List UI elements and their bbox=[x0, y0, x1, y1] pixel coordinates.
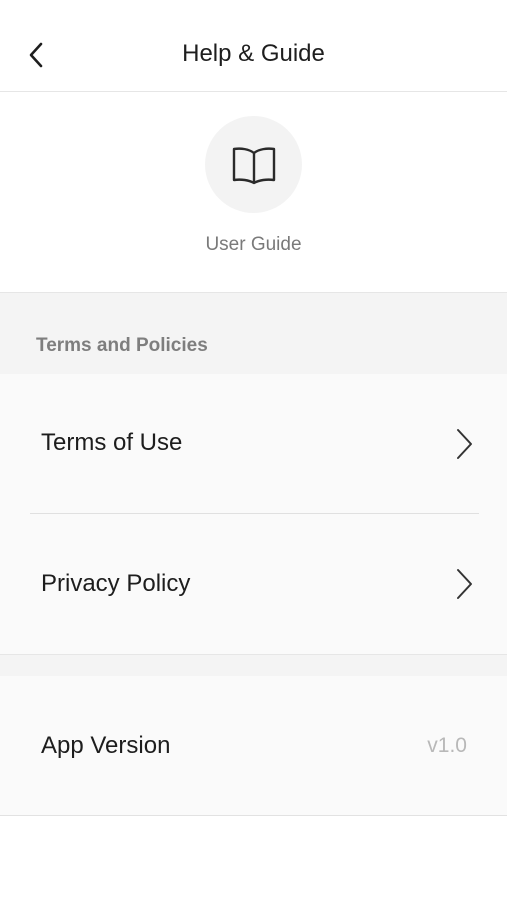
user-guide-button[interactable]: User Guide bbox=[156, 116, 351, 266]
book-icon bbox=[232, 146, 275, 184]
chevron-right-icon bbox=[457, 569, 472, 599]
user-guide-label: User Guide bbox=[205, 234, 302, 255]
section-title: Terms and Policies bbox=[36, 335, 208, 356]
terms-list: Terms of Use Privacy Policy bbox=[0, 374, 507, 654]
app-version-value: v1.0 bbox=[427, 734, 467, 757]
row-label: Privacy Policy bbox=[41, 570, 191, 597]
page-title: Help & Guide bbox=[182, 40, 325, 67]
section-gap bbox=[0, 654, 507, 676]
app-version-row: App Version v1.0 bbox=[0, 676, 507, 816]
privacy-policy-row[interactable]: Privacy Policy bbox=[0, 514, 507, 654]
header: Help & Guide bbox=[0, 0, 507, 92]
terms-of-use-row[interactable]: Terms of Use bbox=[0, 374, 507, 514]
row-label: Terms of Use bbox=[41, 429, 183, 456]
help-guide-screen: Help & Guide User Guide Terms and Polici… bbox=[0, 0, 507, 900]
chevron-right-icon bbox=[457, 429, 472, 459]
guide-icon-circle bbox=[205, 116, 302, 213]
terms-section-header: Terms and Policies bbox=[0, 292, 507, 374]
guide-section: User Guide bbox=[0, 92, 507, 292]
app-version-label: App Version bbox=[41, 732, 171, 759]
